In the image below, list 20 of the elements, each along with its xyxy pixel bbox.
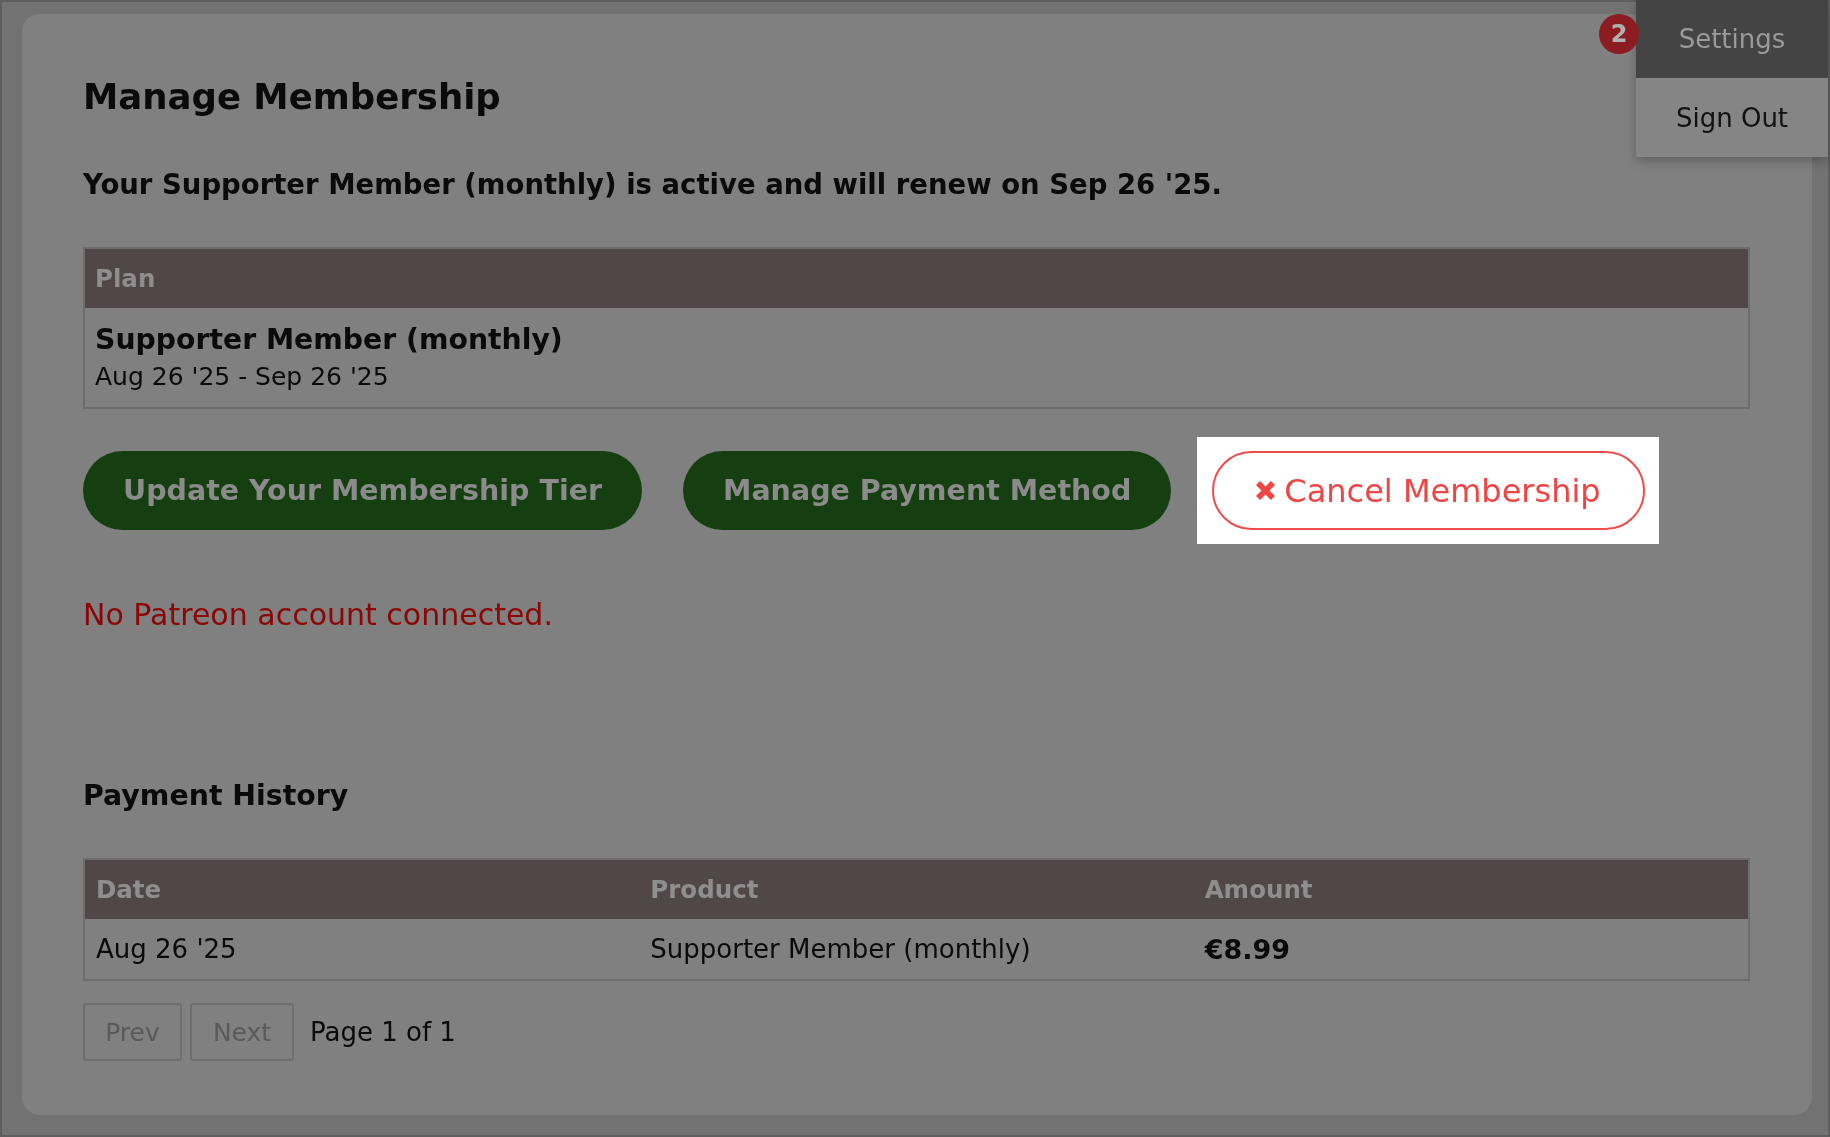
notice-text: No Patreon account connected. xyxy=(83,596,553,634)
plan-name: Supporter Member (monthly) xyxy=(95,321,564,358)
settings-button[interactable]: Settings xyxy=(1636,0,1828,78)
membership-status: Your Supporter Member (monthly) is active and will renew on Sep 26 '25. xyxy=(83,167,1222,202)
column-header: Product xyxy=(649,875,760,904)
table-cell-text: Supporter Member (monthly) xyxy=(649,934,1032,964)
page-title: Manage Membership xyxy=(83,75,501,119)
column-header: Date xyxy=(95,875,163,904)
table-cell-text: €8.99 xyxy=(1203,933,1292,965)
plan-period: Aug 26 '25 - Sep 26 '25 xyxy=(95,360,390,393)
section-title: Payment History xyxy=(83,778,349,814)
menu-item[interactable]: Sign Out xyxy=(1636,78,1828,157)
column-header: Amount xyxy=(1203,875,1314,904)
table-cell-text: Aug 26 '25 xyxy=(95,934,238,964)
action-button[interactable]: Manage Payment Method xyxy=(683,451,1172,530)
cancel-button[interactable]: Cancel Membership xyxy=(1212,451,1645,530)
page-info: Page 1 of 1 xyxy=(310,1017,456,1047)
column-header: Plan xyxy=(95,264,156,293)
close-icon xyxy=(1256,481,1276,500)
action-button[interactable]: Update Your Membership Tier xyxy=(83,451,643,530)
